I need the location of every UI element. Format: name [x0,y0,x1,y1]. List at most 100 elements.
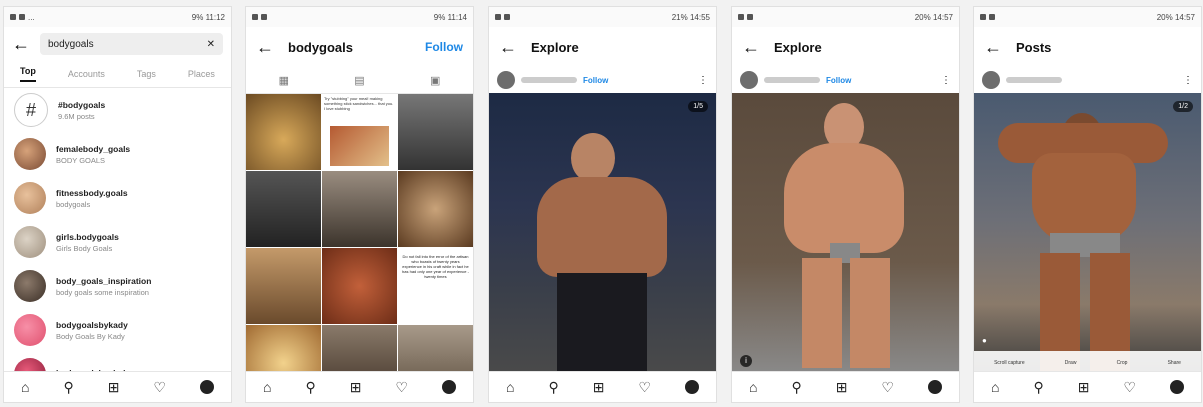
status-icon [252,14,258,20]
heart-icon[interactable]: ♡ [395,379,408,396]
avatar[interactable] [982,71,1000,89]
follow-button[interactable]: Follow [826,76,851,85]
profile-avatar[interactable] [199,380,214,394]
hashtag-icon: # [14,93,48,127]
reels-icon[interactable]: ▤ [354,74,364,87]
profile-avatar[interactable] [441,380,456,394]
heart-icon[interactable]: ♡ [638,379,651,396]
heart-icon[interactable]: ♡ [153,379,166,396]
grid-post-text: Try "stubbing" your meal! making somethi… [324,96,394,111]
follow-button[interactable]: Follow [425,40,463,54]
more-options-icon[interactable]: ⋮ [1183,75,1193,86]
back-arrow-icon[interactable]: ← [742,37,760,58]
grid-post[interactable] [398,171,473,247]
search-input-value: bodygoals [48,38,94,50]
bottom-nav: ⌂ ⚲ ⊞ ♡ [974,371,1201,402]
grid-post[interactable]: Try "stubbing" your meal! making somethi… [322,94,397,170]
result-name: body_goals_inspiration [56,275,152,286]
result-subtitle: bodygoals [56,199,91,209]
search-tabs: Top Accounts Tags Places [4,61,231,88]
result-name: bodygoalsbykady [56,319,128,330]
search-result[interactable]: girls.bodygoals Girls Body Goals [4,220,231,264]
grid-post[interactable] [322,171,397,247]
grid-post[interactable] [398,94,473,170]
back-arrow-icon[interactable]: ← [499,37,517,58]
home-icon[interactable]: ⌂ [506,379,514,395]
bottom-nav: ⌂ ⚲ ⊞ ♡ [732,371,959,402]
close-icon[interactable]: ✕ [207,39,215,50]
avatar [14,314,46,346]
add-icon[interactable]: ⊞ [593,379,605,396]
result-subtitle: Body Goals By Kady [56,331,125,341]
grid-post-text: Do not fall into the error of the artisa… [402,254,469,279]
home-icon[interactable]: ⌂ [21,379,29,395]
profile-avatar[interactable] [684,380,699,394]
post-image[interactable]: i [732,93,959,375]
post-image[interactable]: 1/2 ● Scroll capture Draw Crop Share [974,93,1201,375]
profile-avatar[interactable] [1169,380,1184,394]
search-icon[interactable]: ⚲ [791,379,801,396]
status-icon [747,14,753,20]
tab-accounts[interactable]: Accounts [68,69,105,79]
result-name: femalebody_goals [56,143,131,154]
add-icon[interactable]: ⊞ [108,379,120,396]
heart-icon[interactable]: ♡ [881,379,894,396]
search-result[interactable]: body_goals_inspiration body goals some in… [4,264,231,308]
follow-button[interactable]: Follow [583,76,608,85]
grid-post[interactable] [322,248,397,324]
add-icon[interactable]: ⊞ [350,379,362,396]
grid-post[interactable]: Do not fall into the error of the artisa… [398,248,473,324]
grid-post[interactable] [246,171,321,247]
result-name: girls.bodygoals [56,231,119,242]
search-icon[interactable]: ⚲ [548,379,558,396]
status-time: 9% 11:14 [433,12,467,22]
search-icon[interactable]: ⚲ [1033,379,1043,396]
home-icon[interactable]: ⌂ [991,379,999,395]
info-icon[interactable]: ● [982,336,987,345]
search-result[interactable]: femalebody_goals BODY GOALS [4,132,231,176]
search-result[interactable]: fitnessbody.goals bodygoals [4,176,231,220]
search-result[interactable]: bodygoalsbykady Body Goals By Kady [4,308,231,352]
home-icon[interactable]: ⌂ [263,379,271,395]
tab-places[interactable]: Places [188,69,215,79]
search-input[interactable]: bodygoals ✕ [40,33,223,55]
tab-top[interactable]: Top [20,66,36,82]
scroll-capture-button[interactable]: Scroll capture [994,360,1025,366]
grid-icon[interactable]: ▦ [279,74,289,87]
add-icon[interactable]: ⊞ [836,379,848,396]
share-button[interactable]: Share [1168,360,1181,366]
more-options-icon[interactable]: ⋮ [941,75,951,86]
post-image[interactable]: 1/5 [489,93,716,375]
status-icon [738,14,744,20]
crop-button[interactable]: Crop [1117,360,1128,366]
blurred-username [521,77,577,83]
add-icon[interactable]: ⊞ [1078,379,1090,396]
page-title: bodygoals [288,39,354,55]
info-icon[interactable]: i [740,355,752,367]
post-header: Follow ⋮ [732,67,959,93]
result-subtitle: Girls Body Goals [56,243,113,253]
tab-tags[interactable]: Tags [137,69,156,79]
search-result[interactable]: # #bodygoals 9.6M posts [4,88,231,132]
home-icon[interactable]: ⌂ [749,379,757,395]
back-arrow-icon[interactable]: ← [256,37,274,58]
draw-button[interactable]: Draw [1065,360,1077,366]
profile-avatar[interactable] [927,380,942,394]
heart-icon[interactable]: ♡ [1123,379,1136,396]
search-icon[interactable]: ⚲ [305,379,315,396]
image-counter: 1/2 [1173,101,1193,112]
back-arrow-icon[interactable]: ← [984,37,1002,58]
post-header: Follow ⋮ [489,67,716,93]
grid-post[interactable] [246,248,321,324]
tagged-icon[interactable]: ▣ [430,74,440,87]
avatar[interactable] [740,71,758,89]
back-arrow-icon[interactable]: ← [12,34,30,55]
grid-post[interactable] [246,94,321,170]
result-name: #bodygoals [58,99,106,110]
avatar[interactable] [497,71,515,89]
more-options-icon[interactable]: ⋮ [698,75,708,86]
search-icon[interactable]: ⚲ [63,379,73,396]
status-icon [980,14,986,20]
bottom-nav: ⌂ ⚲ ⊞ ♡ [4,371,231,402]
avatar [14,138,46,170]
